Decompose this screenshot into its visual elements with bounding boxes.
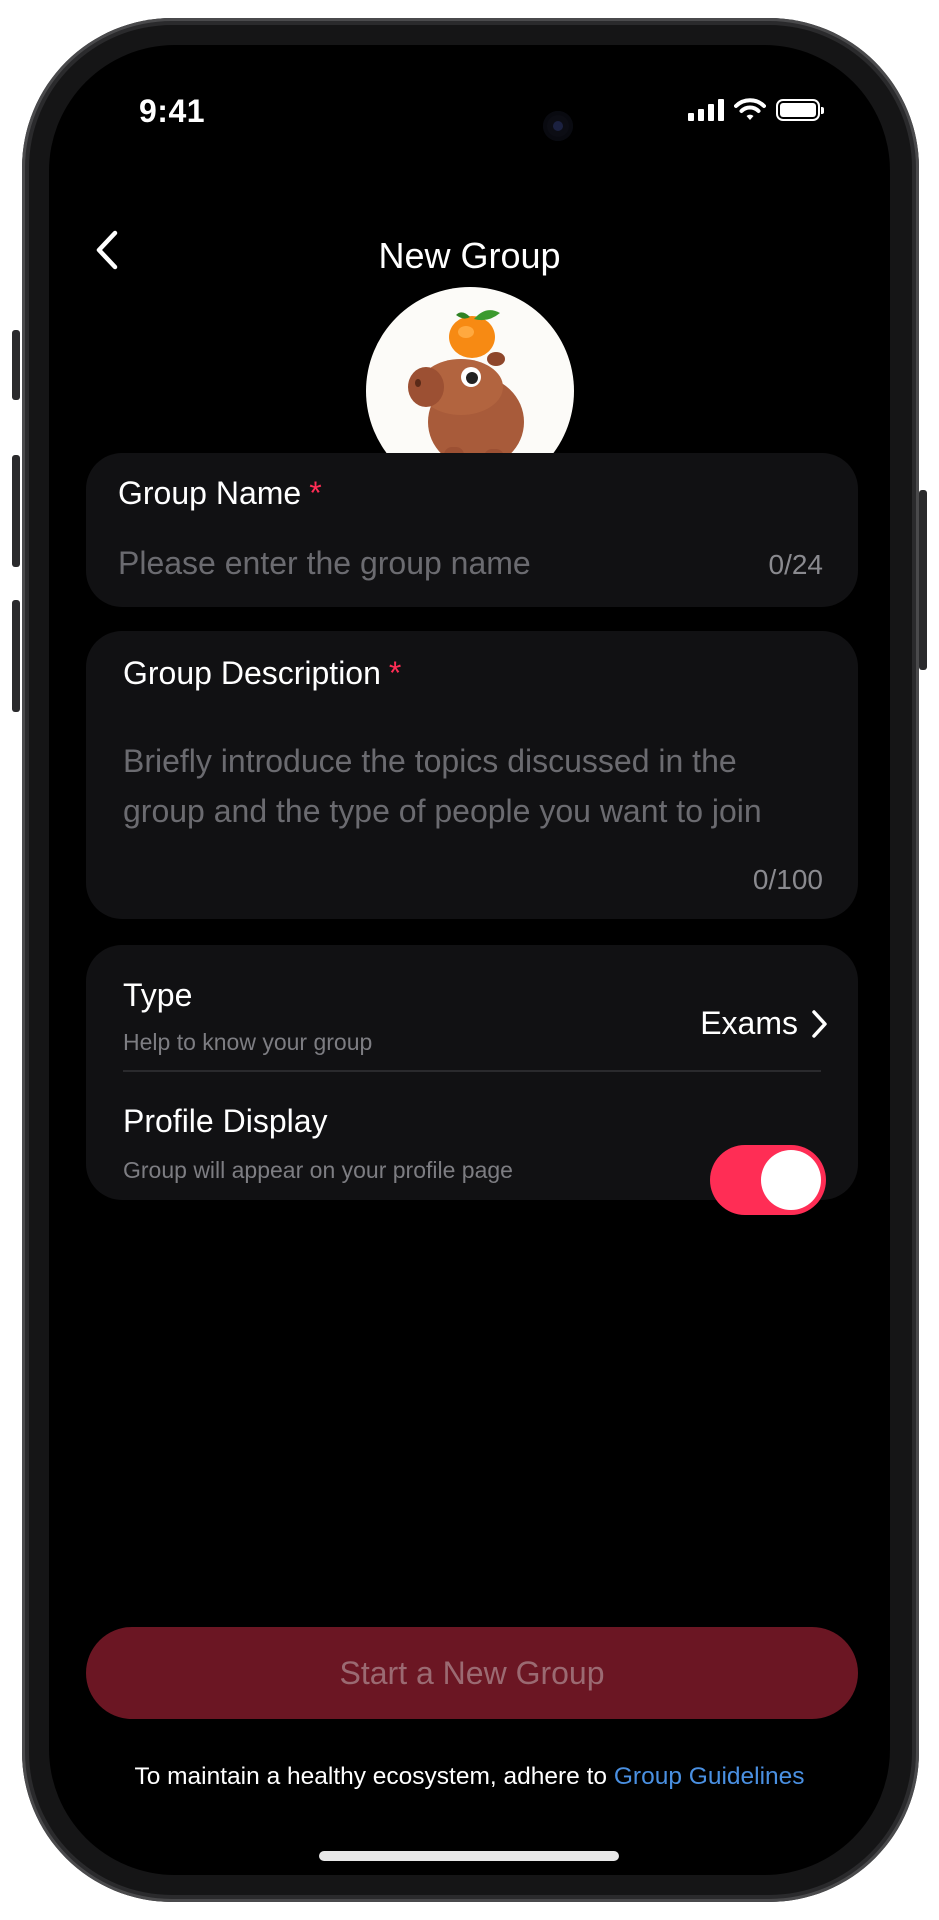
type-subtitle: Help to know your group [123, 1029, 373, 1055]
power-button [919, 490, 927, 670]
action-button [12, 330, 20, 400]
type-value: Exams [700, 1005, 798, 1041]
camera-icon [543, 111, 573, 141]
required-mark: * [309, 475, 322, 511]
group-description-label-text: Group Description [123, 655, 381, 691]
group-name-label-text: Group Name [118, 475, 302, 511]
page-title: New Group [378, 235, 561, 276]
home-indicator[interactable] [319, 1851, 619, 1861]
status-time: 9:41 [139, 93, 206, 129]
group-name-counter: 0/24 [768, 549, 824, 580]
footer-notice: To maintain a healthy ecosystem, adhere … [49, 1763, 890, 1791]
group-description-card[interactable]: Group Description * Briefly introduce the… [86, 631, 858, 919]
profile-display-subtitle: Group will appear on your profile page [123, 1157, 513, 1183]
profile-display-title: Profile Display [123, 1103, 328, 1139]
settings-card: Type Help to know your group Exams Profi… [86, 945, 858, 1215]
battery-icon [776, 99, 824, 121]
settings-divider [123, 1070, 821, 1072]
required-mark: * [388, 655, 402, 691]
volume-down-button [12, 600, 20, 712]
group-guidelines-link[interactable]: Group Guidelines [614, 1763, 805, 1790]
volume-up-button [12, 455, 20, 567]
group-name-label: Group Name * [118, 475, 322, 512]
type-title: Type [123, 977, 193, 1013]
start-new-group-button[interactable]: Start a New Group [86, 1627, 858, 1719]
footer-text: To maintain a healthy ecosystem, adhere … [134, 1763, 614, 1790]
status-icons [688, 98, 824, 122]
wifi-icon [734, 98, 766, 120]
group-name-input[interactable]: Please enter the group name [118, 545, 531, 582]
screen: 9:41 New Group Group Name * Please enter… [49, 45, 890, 1875]
chevron-right-icon [812, 1010, 827, 1038]
toggle-knob [761, 1150, 821, 1210]
group-name-card[interactable]: Group Name * Please enter the group name … [86, 453, 858, 607]
group-description-input[interactable]: Briefly introduce the topics discussed i… [123, 736, 813, 836]
group-description-label: Group Description * [123, 655, 401, 692]
cellular-signal-icon [688, 99, 724, 121]
group-description-counter: 0/100 [752, 864, 823, 895]
profile-display-toggle[interactable] [710, 1145, 826, 1215]
